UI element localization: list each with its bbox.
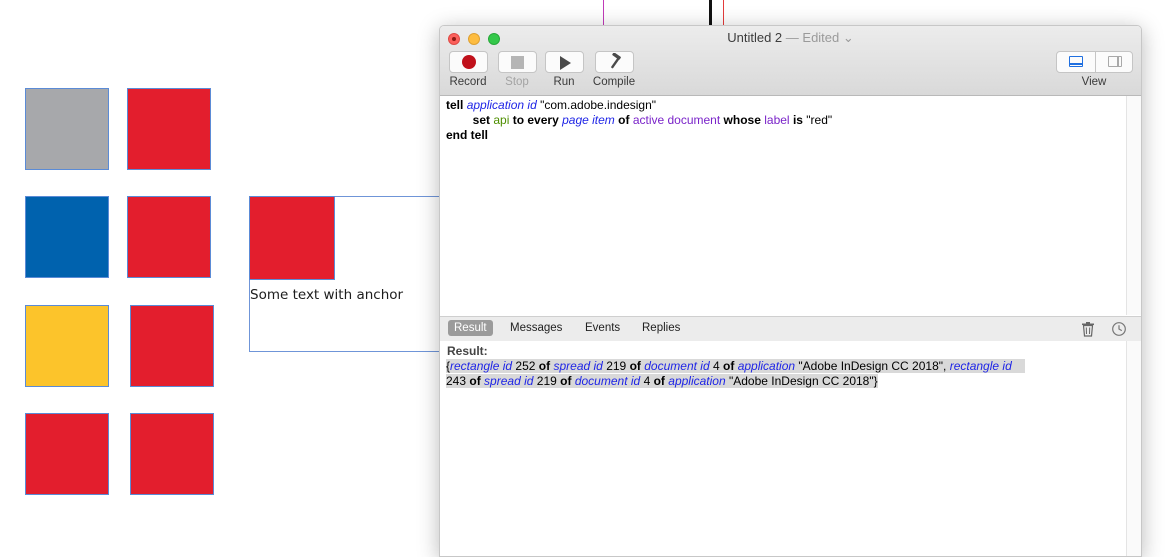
property-name: id (594, 359, 603, 373)
tab-result[interactable]: Result (448, 320, 493, 336)
script-line-1: tell application id "com.adobe.indesign" (446, 98, 656, 113)
result-scrollbar[interactable] (1126, 341, 1142, 556)
id-value: 4 (713, 359, 720, 373)
stop-icon (511, 56, 524, 69)
script-editor-window: Untitled 2 — Edited ⌄ Record Stop Run Co… (439, 25, 1142, 557)
record-icon (462, 55, 476, 69)
keyword: of (469, 374, 480, 388)
keyword: whose (724, 113, 761, 127)
result-pane[interactable]: Result: {rectangle id 252 of spread id 2… (440, 341, 1126, 556)
red-rectangle[interactable] (127, 196, 211, 278)
red-rectangle[interactable] (127, 88, 211, 170)
compile-label: Compile (584, 76, 644, 88)
keyword: of (618, 113, 629, 127)
class-name: page item (562, 113, 615, 127)
bottom-pane-icon (1069, 56, 1083, 67)
id-value: 4 (644, 374, 651, 388)
property-name: id (524, 374, 533, 388)
string-literal: "Adobe InDesign CC 2018" (798, 359, 943, 373)
selected-result-text: 243 of spread id 219 of document id 4 of… (446, 374, 878, 388)
keyword: of (723, 359, 734, 373)
class-name: document (644, 359, 697, 373)
property-name: id (700, 359, 709, 373)
play-icon (560, 56, 571, 70)
red-rectangle[interactable] (25, 413, 109, 495)
string-literal: "red" (806, 113, 832, 127)
result-line-1: {rectangle id 252 of spread id 219 of do… (446, 359, 1025, 374)
id-value: 243 (446, 374, 466, 388)
script-line-2: set api to every page item of active doc… (446, 113, 832, 128)
keyword: is (793, 113, 803, 127)
tab-messages[interactable]: Messages (504, 320, 568, 336)
property-name: id (631, 374, 640, 388)
comma: , (943, 359, 946, 373)
class-name: rectangle (950, 359, 999, 373)
run-button[interactable] (545, 51, 584, 73)
keyword: of (539, 359, 550, 373)
hammer-icon (605, 53, 625, 71)
view-label: View (1064, 76, 1124, 88)
red-rectangle[interactable] (130, 413, 214, 495)
keyword: of (560, 374, 571, 388)
red-rectangle[interactable] (130, 305, 214, 387)
blue-rectangle[interactable] (25, 196, 109, 278)
class-name: application (738, 359, 795, 373)
property-name: active document (633, 113, 720, 127)
title-bar[interactable]: Untitled 2 — Edited ⌄ Record Stop Run Co… (440, 26, 1141, 96)
trash-icon[interactable] (1080, 321, 1096, 337)
record-button[interactable] (449, 51, 488, 73)
log-tab-bar: Result Messages Events Replies (440, 316, 1141, 342)
side-pane-icon (1108, 56, 1122, 67)
keyword: of (630, 359, 641, 373)
result-header: Result: (447, 344, 488, 359)
brace: } (874, 374, 878, 388)
anchored-red-rectangle[interactable] (249, 196, 335, 280)
edited-indicator[interactable]: — Edited ⌄ (786, 30, 854, 45)
script-line-3: end tell (446, 128, 488, 143)
yellow-rectangle[interactable] (25, 305, 109, 387)
class-name: spread (484, 374, 521, 388)
tab-events[interactable]: Events (579, 320, 626, 336)
class-name: document (575, 374, 628, 388)
class-name: spread (553, 359, 590, 373)
keyword: of (654, 374, 665, 388)
guide-magenta (603, 0, 604, 26)
anchored-text[interactable]: Some text with anchor (250, 287, 403, 303)
compile-button[interactable] (595, 51, 634, 73)
history-clock-icon[interactable] (1111, 321, 1127, 337)
id-value: 219 (537, 374, 557, 388)
class-name: application (668, 374, 725, 388)
editor-scrollbar[interactable] (1126, 96, 1142, 315)
show-log-button[interactable] (1057, 52, 1095, 72)
selected-result-text: {rectangle id 252 of spread id 219 of do… (446, 359, 1025, 373)
string-literal: "Adobe InDesign CC 2018" (729, 374, 874, 388)
guide-red (723, 0, 724, 26)
keyword: set (473, 113, 490, 127)
class-name: rectangle (450, 359, 499, 373)
document-name: Untitled 2 (727, 30, 782, 45)
id-value: 252 (515, 359, 535, 373)
show-sidebar-button[interactable] (1095, 52, 1134, 72)
guide-black (709, 0, 712, 26)
property-name: id (527, 98, 536, 112)
id-value: 219 (606, 359, 626, 373)
window-title: Untitled 2 — Edited ⌄ (440, 30, 1141, 46)
result-line-2: 243 of spread id 219 of document id 4 of… (446, 374, 878, 389)
class-name: application (467, 98, 524, 112)
keyword: end tell (446, 128, 488, 142)
view-segmented-control[interactable] (1056, 51, 1133, 73)
tab-replies[interactable]: Replies (636, 320, 686, 336)
gray-rectangle[interactable] (25, 88, 109, 170)
property-name: id (1002, 359, 1011, 373)
keyword: tell (446, 98, 463, 112)
keyword: to every (513, 113, 559, 127)
script-editor[interactable]: tell application id "com.adobe.indesign"… (440, 96, 1126, 315)
property-name: label (764, 113, 789, 127)
variable-name: api (493, 113, 509, 127)
string-literal: "com.adobe.indesign" (540, 98, 656, 112)
property-name: id (503, 359, 512, 373)
stop-button[interactable] (498, 51, 537, 73)
